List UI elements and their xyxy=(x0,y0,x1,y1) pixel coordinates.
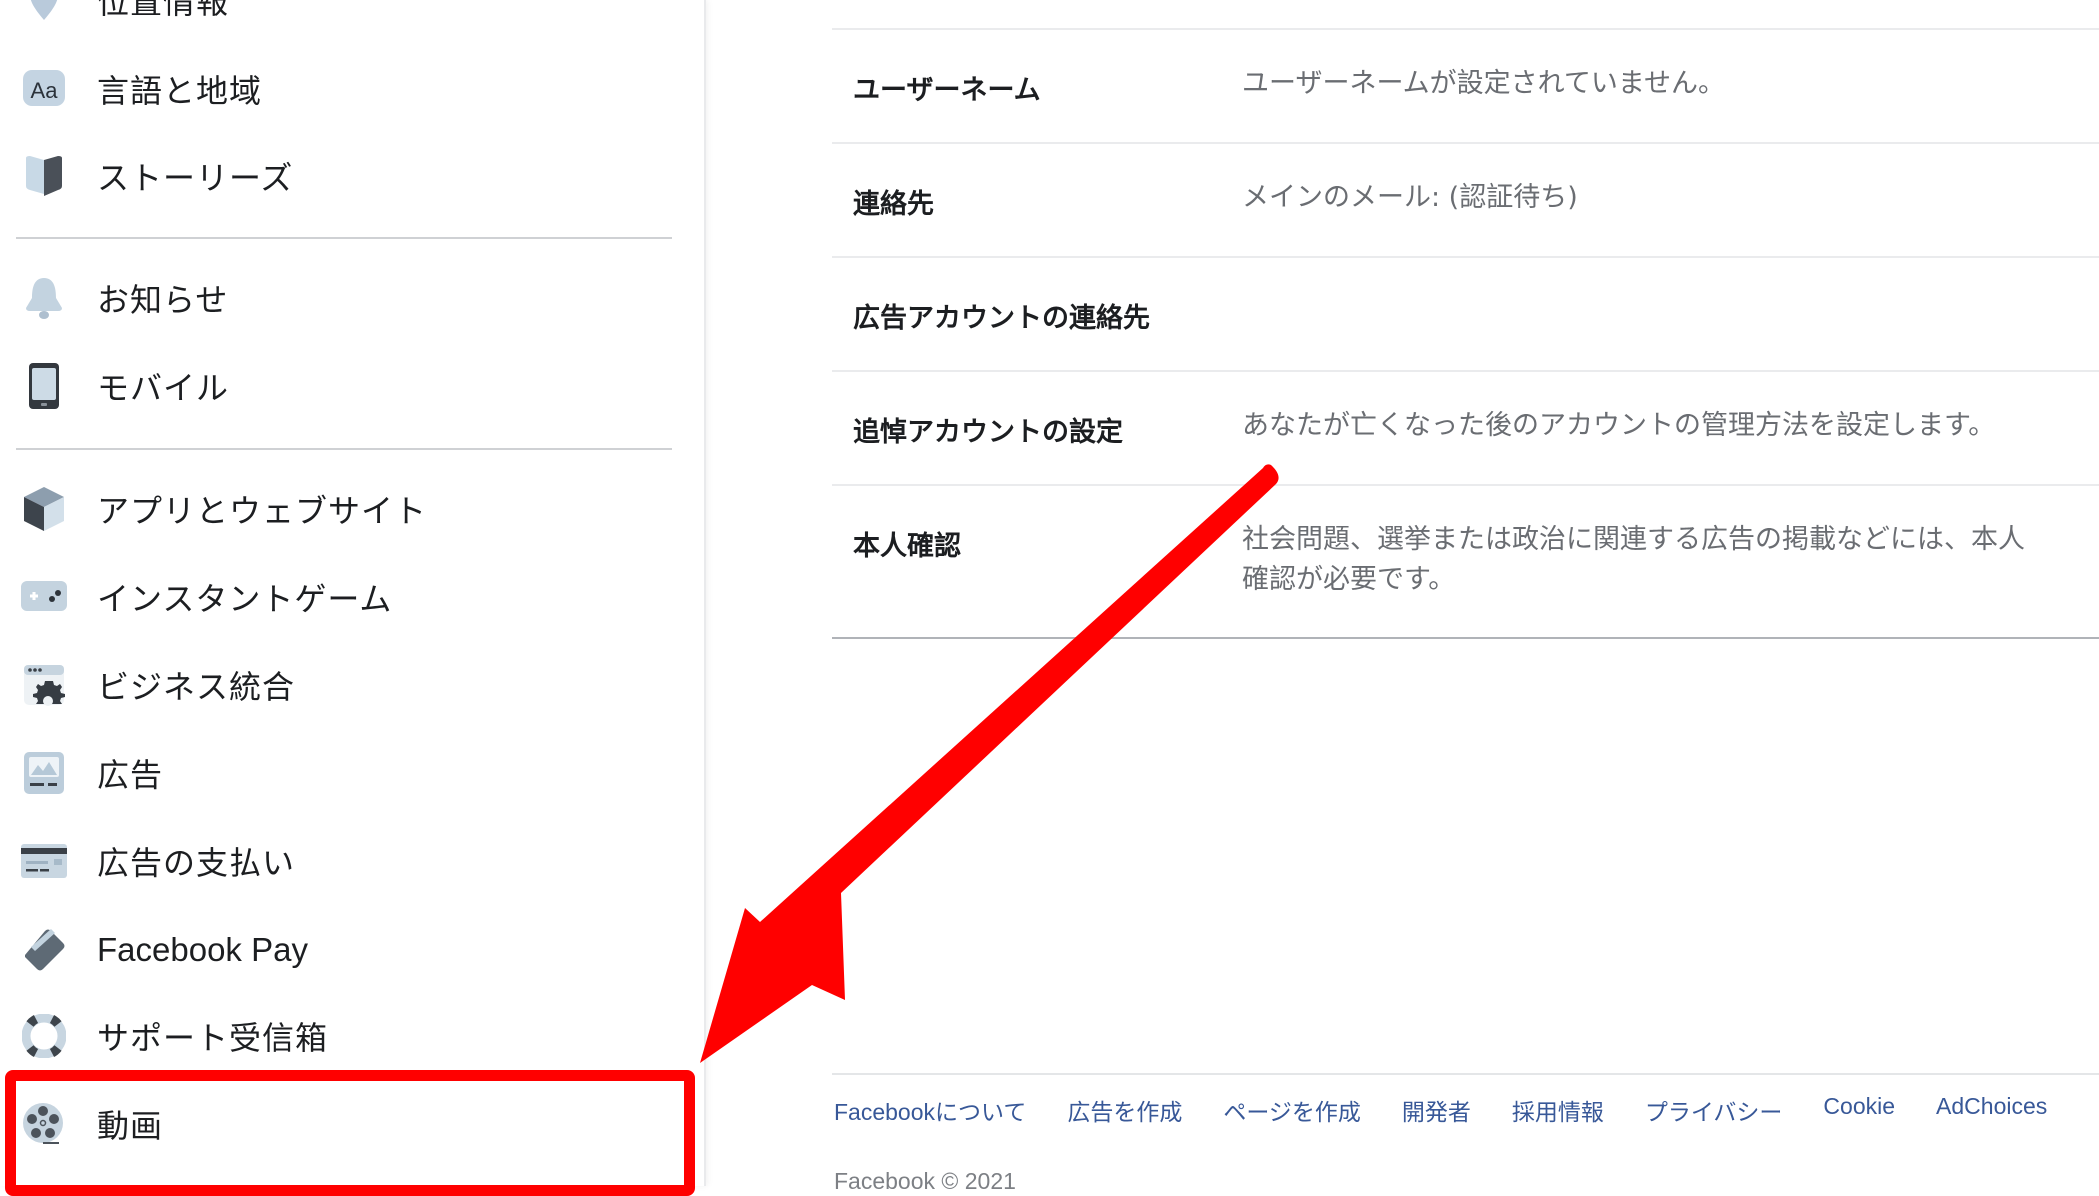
settings-row-memorialization[interactable]: 追悼アカウントの設定 あなたが亡くなった後のアカウントの管理方法を設定します。 xyxy=(832,370,2099,486)
sidebar-item-label: 位置情報 xyxy=(97,0,230,21)
sidebar-item-ad-payments[interactable]: 広告の支払い xyxy=(0,821,690,901)
copyright-text: Facebook © 2021 xyxy=(834,1168,1016,1194)
row-label: 連絡先 xyxy=(853,189,934,220)
sidebar-item-label: 広告 xyxy=(97,756,164,794)
footer-link-privacy[interactable]: プライバシー xyxy=(1645,1093,1783,1127)
settings-row-contact[interactable]: 連絡先 メインのメール: (認証待ち) xyxy=(832,142,2099,258)
language-aa-icon: Aa xyxy=(20,65,68,113)
business-gear-icon xyxy=(20,661,68,709)
footer-link-adchoices[interactable]: AdChoices xyxy=(1936,1093,2047,1127)
settings-sidebar: 位置情報 Aa 言語と地域 ストーリーズ お知らせ モバイル アプリとウェブサイ… xyxy=(0,0,706,1186)
footer-links: Facebookについて 広告を作成 ページを作成 開発者 採用情報 プライバシ… xyxy=(834,1093,2088,1127)
sidebar-item-business-integrations[interactable]: ビジネス統合 xyxy=(0,645,690,725)
sidebar-item-label: 広告の支払い xyxy=(97,844,296,882)
sidebar-item-ads[interactable]: 広告 xyxy=(0,733,690,813)
film-reel-icon xyxy=(20,1100,68,1148)
sidebar-item-stories[interactable]: ストーリーズ xyxy=(0,136,690,216)
row-value: メインのメール: (認証待ち) xyxy=(1242,182,1578,213)
stories-book-icon xyxy=(20,152,68,200)
row-value-line2: 確認が必要です。 xyxy=(1242,564,1456,595)
footer-link-about[interactable]: Facebookについて xyxy=(834,1093,1026,1127)
sidebar-item-instant-games[interactable]: インスタントゲーム xyxy=(0,557,690,637)
sidebar-item-support-inbox[interactable]: サポート受信箱 xyxy=(0,996,690,1076)
bell-icon xyxy=(20,274,68,322)
row-value-line1: 社会問題、選挙または政治に関連する広告の掲載などには、本人 xyxy=(1242,524,2025,555)
sidebar-item-label: Facebook Pay xyxy=(97,931,308,968)
sidebar-item-label: ビジネス統合 xyxy=(97,668,296,706)
settings-row-ad-account-contact[interactable]: 広告アカウントの連絡先 xyxy=(832,256,2099,372)
ad-image-icon xyxy=(20,749,68,797)
row-label: 広告アカウントの連絡先 xyxy=(853,303,1150,334)
location-pin-icon xyxy=(20,0,68,24)
credit-card-icon xyxy=(20,837,68,885)
sidebar-item-label: サポート受信箱 xyxy=(97,1019,329,1057)
row-value: あなたが亡くなった後のアカウントの管理方法を設定します。 xyxy=(1242,410,1996,441)
row-label: ユーザーネーム xyxy=(853,75,1041,106)
row-value: ユーザーネームが設定されていません。 xyxy=(1242,68,1726,99)
sidebar-item-location[interactable]: 位置情報 xyxy=(0,0,690,40)
sidebar-divider xyxy=(16,448,672,450)
footer-link-developers[interactable]: 開発者 xyxy=(1402,1093,1471,1127)
sidebar-item-apps-websites[interactable]: アプリとウェブサイト xyxy=(0,469,690,549)
footer-link-careers[interactable]: 採用情報 xyxy=(1512,1093,1604,1127)
sidebar-item-language[interactable]: Aa 言語と地域 xyxy=(0,49,690,129)
footer-divider xyxy=(832,1073,2099,1075)
settings-row-username[interactable]: ユーザーネーム ユーザーネームが設定されていません。 xyxy=(832,28,2099,144)
footer-link-create-ad[interactable]: 広告を作成 xyxy=(1067,1093,1182,1127)
mobile-phone-icon xyxy=(20,362,68,410)
footer-link-create-page[interactable]: ページを作成 xyxy=(1223,1093,1361,1127)
sidebar-item-label: アプリとウェブサイト xyxy=(97,492,428,530)
sidebar-item-label: ストーリーズ xyxy=(97,159,294,197)
settings-row-identity-confirmation[interactable]: 本人確認 社会問題、選挙または政治に関連する広告の掲載などには、本人 確認が必要… xyxy=(832,484,2099,638)
sidebar-divider xyxy=(16,237,672,239)
sidebar-item-mobile[interactable]: モバイル xyxy=(0,346,690,426)
cube-icon xyxy=(20,485,68,533)
facebook-pay-card-icon xyxy=(20,926,68,974)
row-label: 追悼アカウントの設定 xyxy=(853,417,1123,448)
sidebar-item-label: モバイル xyxy=(97,369,230,407)
gamepad-icon xyxy=(20,573,68,621)
row-label: 本人確認 xyxy=(853,531,961,562)
sidebar-item-label: お知らせ xyxy=(97,281,229,319)
table-bottom-divider xyxy=(832,637,2099,639)
sidebar-item-videos[interactable]: 動画 xyxy=(0,1084,690,1164)
sidebar-item-notifications[interactable]: お知らせ xyxy=(0,258,690,338)
svg-text:Aa: Aa xyxy=(31,78,59,103)
sidebar-item-facebook-pay[interactable]: Facebook Pay xyxy=(0,910,690,990)
sidebar-item-label: 言語と地域 xyxy=(97,72,263,110)
sidebar-item-label: 動画 xyxy=(97,1107,164,1145)
sidebar-item-label: インスタントゲーム xyxy=(97,580,393,618)
general-settings-panel: ユーザーネーム ユーザーネームが設定されていません。 連絡先 メインのメール: … xyxy=(706,0,2099,1186)
lifebuoy-icon xyxy=(20,1012,68,1060)
footer-link-cookie[interactable]: Cookie xyxy=(1823,1093,1895,1127)
